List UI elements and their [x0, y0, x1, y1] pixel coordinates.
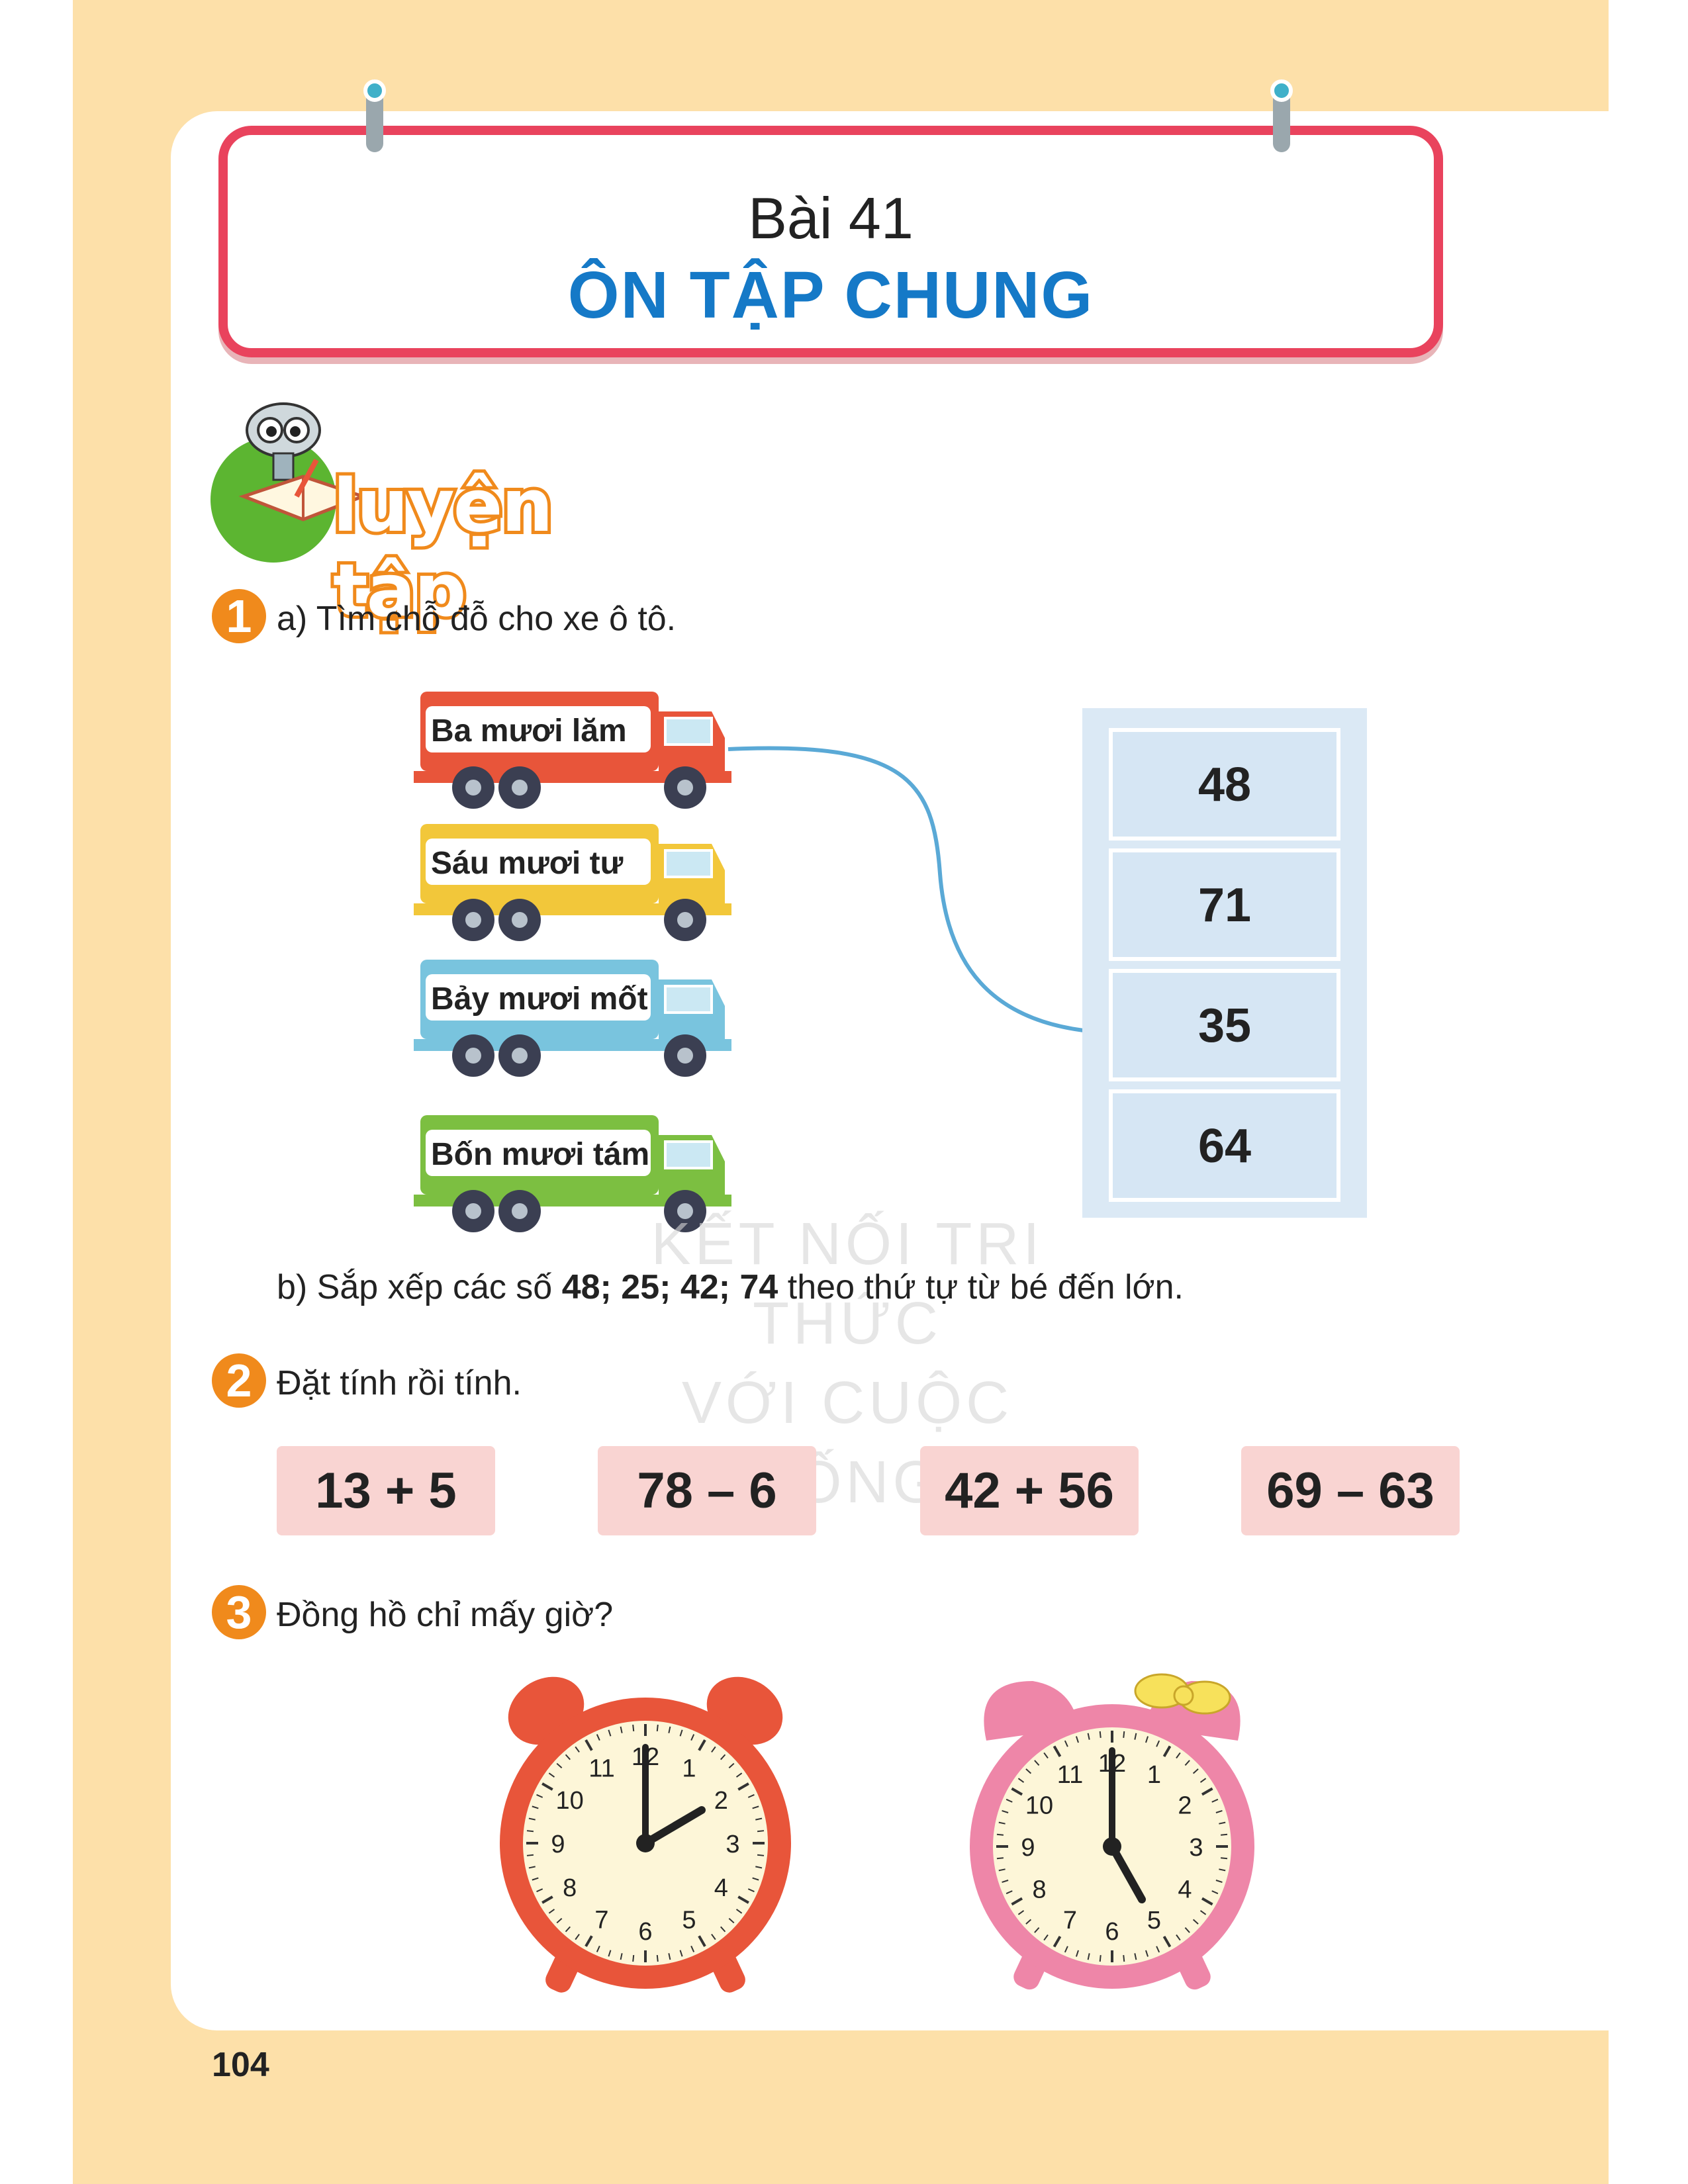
clock-number: 8	[1032, 1876, 1046, 1904]
lesson-header: Bài 41 ÔN TẬP CHUNG	[218, 126, 1443, 357]
clock-number: 4	[714, 1874, 728, 1902]
alarm-clock-pink: 121234567891011	[970, 1673, 1254, 1990]
pin-icon	[1270, 79, 1293, 152]
clock-number: 3	[726, 1831, 739, 1858]
alarm-clock-red: 121234567891011	[500, 1676, 791, 1993]
clock-number: 1	[1147, 1761, 1161, 1789]
q1b-prefix: b) Sắp xếp các số	[277, 1268, 562, 1306]
clock-number: 6	[638, 1918, 652, 1946]
page-number: 104	[212, 2046, 269, 2084]
clock-tick	[656, 1954, 659, 1962]
clock-number: 8	[563, 1874, 577, 1902]
q1b-suffix: theo thứ tự từ bé đến lớn.	[778, 1268, 1184, 1306]
clock-number: 5	[682, 1906, 696, 1934]
clock-number: 11	[588, 1755, 614, 1783]
clock-number: 9	[551, 1831, 565, 1858]
practice-badge: luyện tập	[211, 397, 634, 636]
connector-line	[727, 746, 1106, 1034]
question-3-text: Đồng hồ chỉ mấy giờ?	[277, 1596, 614, 1634]
question-number: 3	[212, 1585, 266, 1639]
truck-label: Bảy mươi mốt	[431, 981, 648, 1017]
clock-number: 7	[1063, 1907, 1077, 1934]
q1b-numbers: 48; 25; 42; 74	[561, 1268, 778, 1306]
clock-number: 10	[1025, 1792, 1053, 1820]
calc-card[interactable]: 78 – 6	[598, 1446, 816, 1535]
parking-slot[interactable]: 64	[1109, 1089, 1340, 1202]
question-number: 2	[212, 1353, 266, 1408]
calc-card[interactable]: 42 + 56	[920, 1446, 1139, 1535]
clock-tick	[656, 1724, 659, 1732]
parking-lot: 48 71 35 64	[1082, 708, 1367, 1218]
clock-number: 4	[1178, 1876, 1192, 1904]
clock-number: 7	[594, 1906, 608, 1934]
clock-number: 1	[682, 1755, 696, 1783]
clock-number: 5	[1147, 1907, 1161, 1934]
question-1b-text: b) Sắp xếp các số 48; 25; 42; 74 theo th…	[277, 1267, 1184, 1307]
clock-tick	[1123, 1731, 1125, 1739]
pin-icon	[363, 79, 386, 152]
lesson-number: Bài 41	[748, 185, 914, 251]
question-1a-text: a) Tìm chỗ đỗ cho xe ô tô.	[277, 600, 677, 638]
clock-tick	[1123, 1954, 1125, 1962]
calc-card[interactable]: 13 + 5	[277, 1446, 495, 1535]
clock-tick	[1099, 1731, 1102, 1739]
truck[interactable]: Bảy mươi mốt	[414, 953, 731, 1085]
question-2-text: Đặt tính rồi tính.	[277, 1364, 522, 1402]
clock-number: 3	[1189, 1834, 1203, 1862]
clock-tick	[1099, 1954, 1102, 1962]
truck-label: Bốn mươi tám	[431, 1137, 650, 1172]
clock-tick	[757, 1854, 765, 1856]
clock-number: 2	[1178, 1792, 1192, 1820]
calc-card[interactable]: 69 – 63	[1241, 1446, 1460, 1535]
clock-number: 10	[556, 1787, 584, 1815]
clock-number: 2	[714, 1787, 728, 1815]
parking-slot[interactable]: 48	[1109, 728, 1340, 841]
question-number: 1	[212, 589, 266, 643]
lesson-title: ÔN TẬP CHUNG	[567, 258, 1094, 332]
parking-slot[interactable]: 35	[1109, 969, 1340, 1081]
clock-number: 9	[1021, 1834, 1035, 1862]
parking-slot[interactable]: 71	[1109, 848, 1340, 961]
truck-label: Sáu mươi tư	[431, 846, 624, 881]
truck[interactable]: Sáu mươi tư	[414, 817, 731, 950]
clock-tick	[526, 1854, 534, 1856]
truck[interactable]: Ba mươi lăm	[414, 685, 731, 817]
clock-number: 11	[1057, 1761, 1083, 1789]
truck-label: Ba mươi lăm	[431, 713, 627, 749]
clock-number: 6	[1105, 1918, 1119, 1946]
